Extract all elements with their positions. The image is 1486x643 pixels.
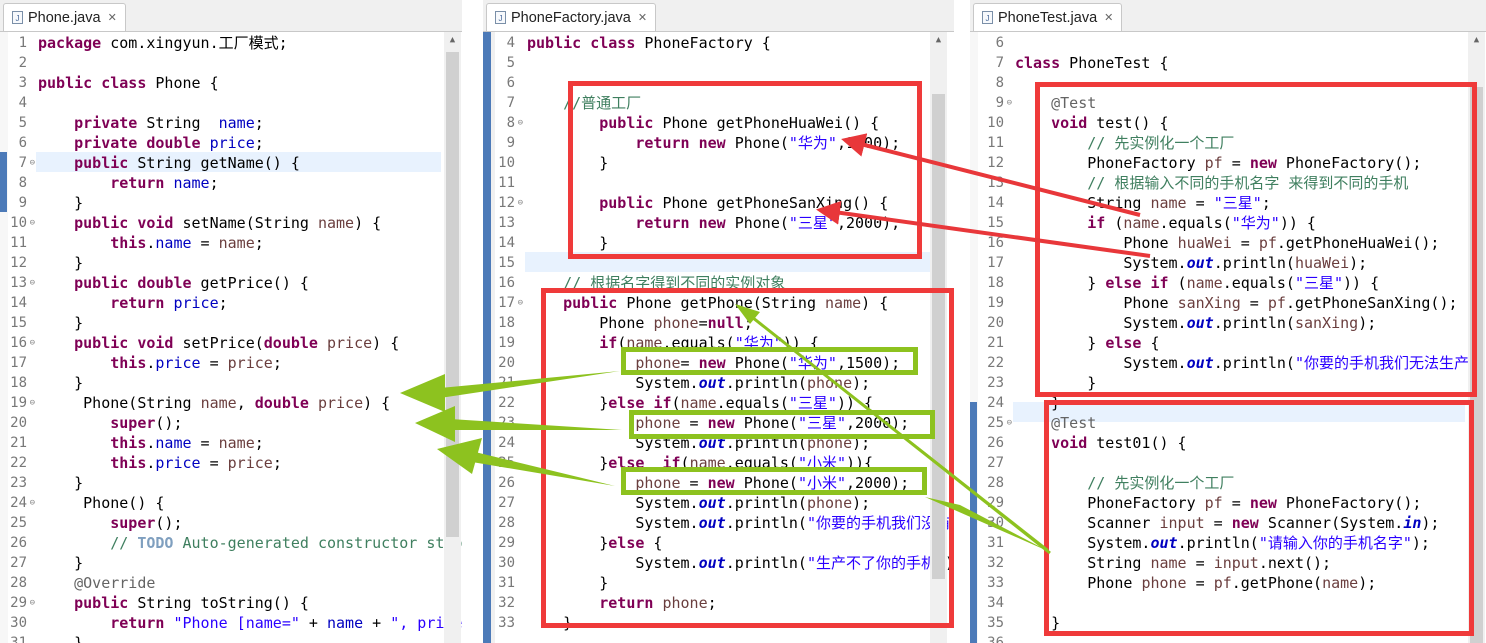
red-arrow-to-sanxing xyxy=(816,200,1151,258)
green-arrow-xiaomi-to-constructor xyxy=(472,452,615,486)
green-arrow-sanxing-to-constructor xyxy=(450,419,622,430)
green-arrow-huawei-to-constructor xyxy=(440,371,620,398)
red-arrow-to-huawei xyxy=(841,133,1141,217)
annotation-arrows xyxy=(400,133,1151,555)
green-arrowhead xyxy=(400,374,445,412)
green-arrowhead xyxy=(415,406,455,442)
green-arrow-to-test01 xyxy=(739,307,1049,551)
green-arrowhead xyxy=(437,438,482,474)
